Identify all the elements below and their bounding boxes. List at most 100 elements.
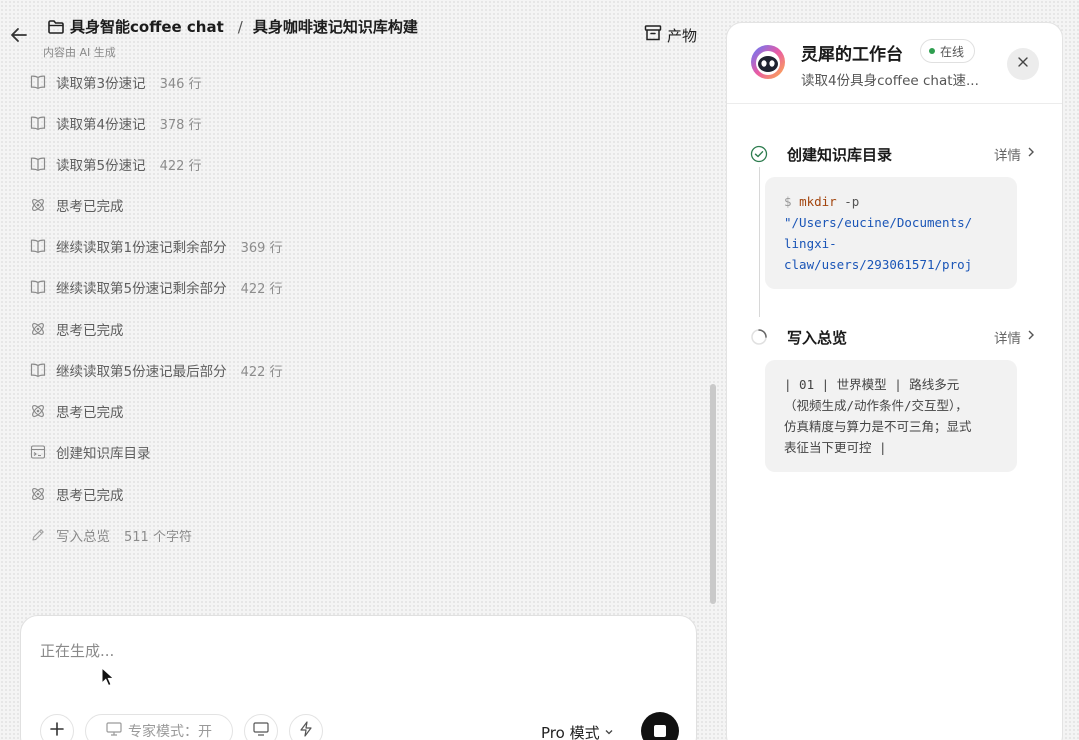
atom-icon [28, 401, 48, 421]
step-label: 思考已完成 [56, 199, 124, 215]
step-meta: 369 行 [240, 240, 283, 256]
task-title: 写入总览 [787, 328, 848, 347]
breadcrumb: 具身智能coffee chat / 具身咖啡速记知识库构建 [48, 16, 418, 37]
archive-box-icon [644, 24, 662, 46]
step-item[interactable]: 读取第4份速记 378 行 [28, 111, 202, 135]
task-detail-link[interactable]: 详情 [994, 327, 1035, 347]
step-item[interactable]: 继续读取第5份速记剩余部分 422 行 [28, 275, 283, 299]
expert-mode-toggle[interactable]: 专家模式：开 [85, 714, 233, 740]
content-line: 仿真精度与算力是不可三角；显式 [784, 419, 972, 434]
book-icon [28, 360, 48, 380]
back-arrow-icon[interactable] [8, 24, 30, 46]
step-item[interactable]: 思考已完成 [28, 399, 124, 423]
top-header: 具身智能coffee chat / 具身咖啡速记知识库构建 内容由 AI 生成 … [0, 0, 718, 66]
book-icon [28, 72, 48, 92]
step-meta: 511 个字符 [124, 529, 192, 545]
mouse-cursor-icon [101, 666, 115, 691]
terminal-icon [28, 442, 48, 462]
book-icon [28, 113, 48, 133]
status-badge: 在线 [920, 39, 976, 63]
breadcrumb-project[interactable]: 具身智能coffee chat [70, 16, 224, 37]
content-line: | 01 | 世界模型 | 路线多元 [784, 377, 960, 392]
pro-mode-label: Pro 模式 [541, 724, 600, 740]
chat-input-box[interactable]: 正在生成... 专家模式：开 Pro 模式 [20, 615, 697, 740]
screen-icon [253, 722, 269, 740]
online-dot-icon [929, 48, 935, 54]
command-code-block: $ mkdir -p "/Users/eucine/Documents/ lin… [765, 177, 1017, 289]
stop-generation-button[interactable] [641, 712, 679, 740]
code-prompt: $ [784, 194, 792, 209]
panel-header: 灵犀的工作台 在线 读取4份具身coffee chat速... [727, 23, 1062, 104]
step-item[interactable]: 写入总览 511 个字符 [28, 523, 192, 547]
task-title: 创建知识库目录 [787, 145, 893, 164]
panel-subtitle: 读取4份具身coffee chat速... [801, 73, 979, 89]
detail-label: 详情 [994, 148, 1021, 164]
screen-button[interactable] [244, 714, 278, 740]
step-item[interactable]: 思考已完成 [28, 482, 124, 506]
chevron-right-icon [1027, 329, 1035, 345]
code-flag: -p [844, 194, 860, 209]
step-item[interactable]: 继续读取第5份速记最后部分 422 行 [28, 358, 283, 382]
step-label: 写入总览 [56, 529, 110, 545]
artifacts-button[interactable]: 产物 [644, 24, 697, 46]
step-label: 继续读取第1份速记剩余部分 [56, 240, 227, 256]
step-label: 继续读取第5份速记最后部分 [56, 364, 227, 380]
step-meta: 422 行 [240, 281, 283, 297]
step-label: 思考已完成 [56, 488, 124, 504]
content-line: 表征当下更可控 | [784, 440, 887, 455]
step-item[interactable]: 思考已完成 [28, 317, 124, 341]
close-icon [1017, 56, 1029, 72]
plus-icon [49, 721, 65, 740]
breadcrumb-separator: / [237, 17, 243, 36]
content-line: （视频生成/动作条件/交互型）， [784, 398, 968, 413]
task-item: 写入总览 详情 [749, 326, 1049, 348]
pro-mode-select[interactable]: Pro 模式 [541, 722, 614, 740]
chevron-right-icon [1027, 146, 1035, 162]
detail-label: 详情 [994, 331, 1021, 347]
code-path-line: lingxi- [784, 236, 837, 251]
task-detail-link[interactable]: 详情 [994, 144, 1035, 164]
step-label: 思考已完成 [56, 323, 124, 339]
step-label: 读取第3份速记 [56, 76, 146, 92]
code-command: mkdir [799, 194, 837, 209]
close-button[interactable] [1007, 48, 1039, 80]
ai-generated-note: 内容由 AI 生成 [43, 46, 116, 59]
code-path-line: claw/users/293061571/proj [784, 257, 973, 272]
assistant-avatar [749, 43, 787, 81]
artifacts-label: 产物 [667, 26, 698, 45]
atom-icon [28, 484, 48, 504]
timeline-connector [759, 167, 760, 317]
step-item[interactable]: 继续读取第1份速记剩余部分 369 行 [28, 234, 283, 258]
step-meta: 422 行 [240, 364, 283, 380]
quick-action-button[interactable] [289, 714, 323, 740]
pencil-icon [28, 525, 48, 545]
atom-icon [28, 195, 48, 215]
task-item: 创建知识库目录 详情 [749, 143, 1049, 165]
panel-title: 灵犀的工作台 [801, 45, 903, 65]
step-item[interactable]: 读取第5份速记 422 行 [28, 152, 202, 176]
step-label: 继续读取第5份速记剩余部分 [56, 281, 227, 297]
book-icon [28, 236, 48, 256]
stop-icon [654, 725, 666, 737]
step-label: 思考已完成 [56, 405, 124, 421]
step-meta: 378 行 [159, 117, 202, 133]
status-text: 在线 [940, 44, 965, 59]
step-meta: 346 行 [159, 76, 202, 92]
lightning-icon [299, 721, 313, 740]
chevron-down-icon [604, 725, 614, 740]
monitor-icon [106, 722, 122, 740]
step-item[interactable]: 读取第3份速记 346 行 [28, 70, 202, 94]
book-icon [28, 277, 48, 297]
check-circle-icon [749, 144, 769, 164]
add-button[interactable] [40, 714, 74, 740]
step-label: 读取第5份速记 [56, 158, 146, 174]
step-label: 读取第4份速记 [56, 117, 146, 133]
scrollbar[interactable] [710, 384, 716, 604]
step-item[interactable]: 创建知识库目录 [28, 440, 151, 464]
content-preview-block: | 01 | 世界模型 | 路线多元 （视频生成/动作条件/交互型）， 仿真精度… [765, 360, 1017, 472]
book-icon [28, 154, 48, 174]
step-item[interactable]: 思考已完成 [28, 193, 124, 217]
page-title: 具身咖啡速记知识库构建 [252, 18, 418, 36]
workspace-panel: 灵犀的工作台 在线 读取4份具身coffee chat速... 创建知识库目录 … [726, 22, 1063, 740]
atom-icon [28, 319, 48, 339]
